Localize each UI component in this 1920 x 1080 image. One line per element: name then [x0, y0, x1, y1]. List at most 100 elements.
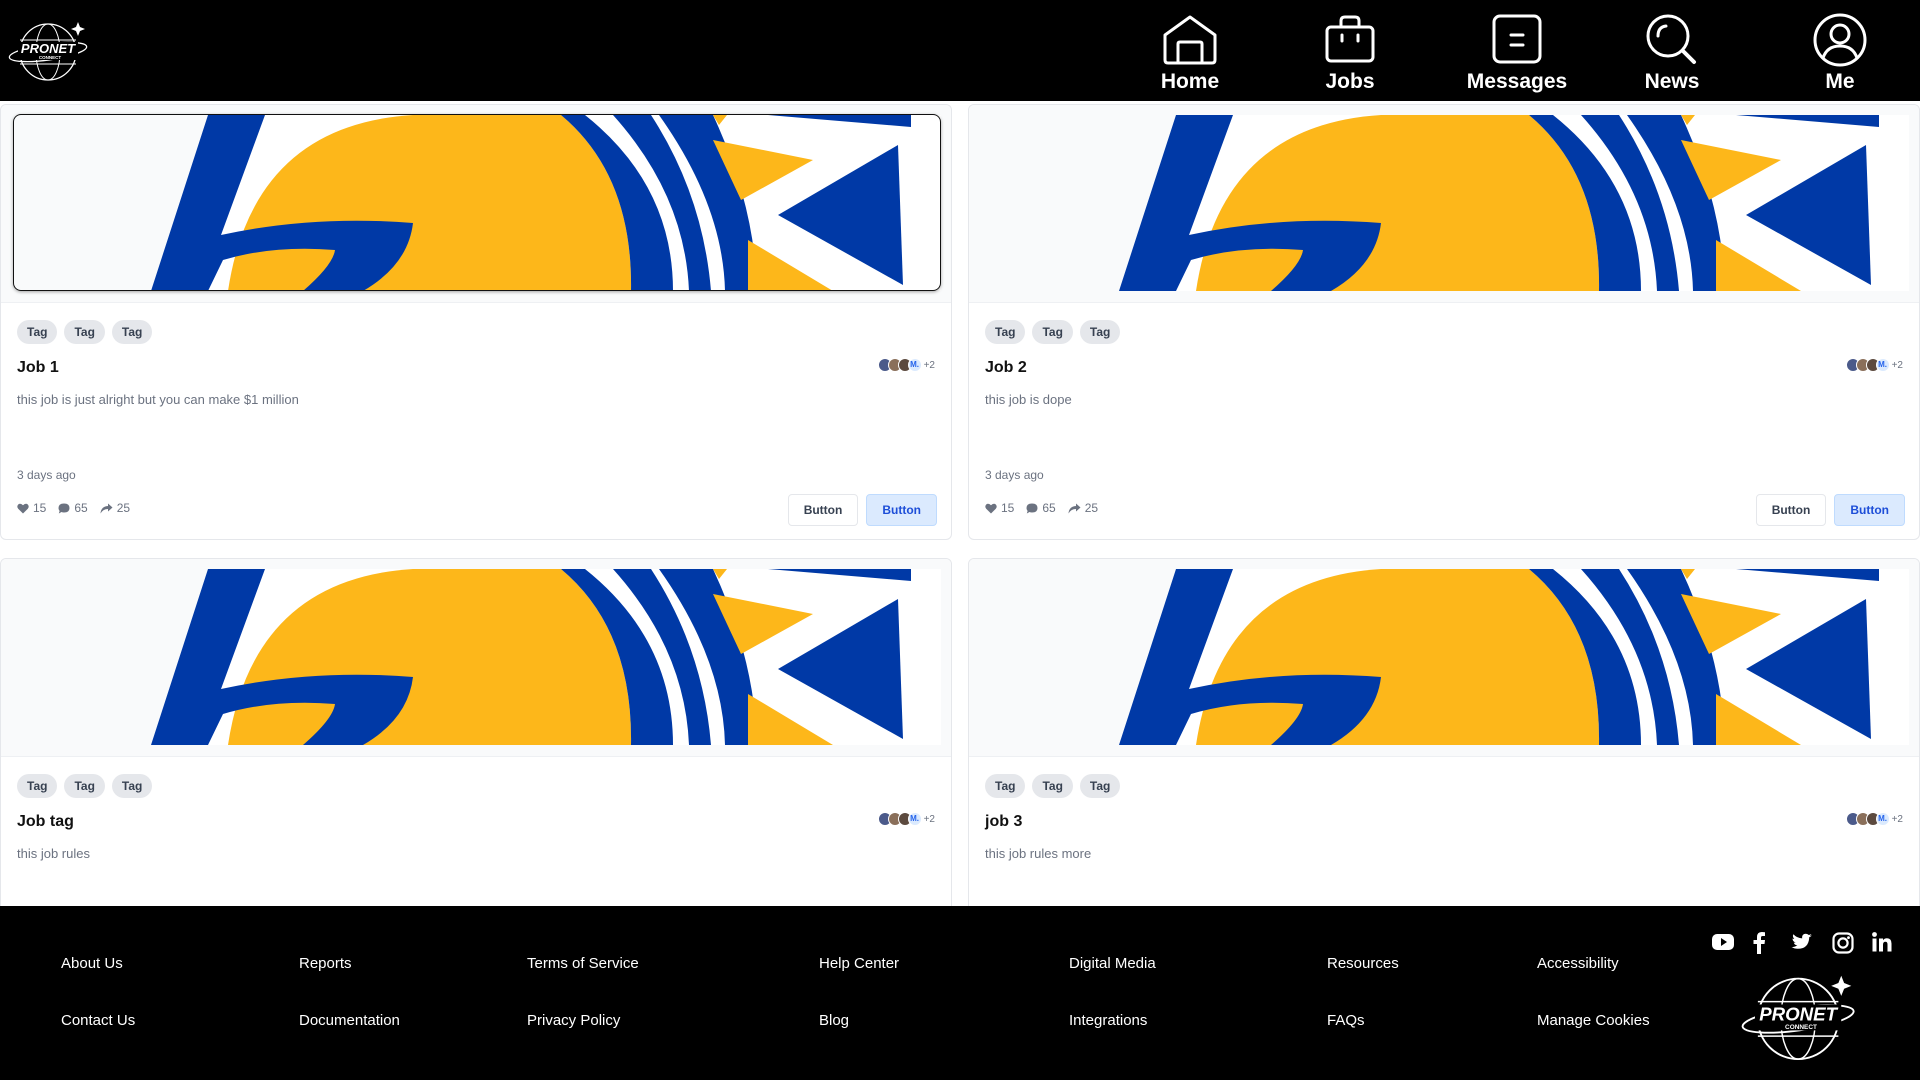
secondary-button[interactable]: Button: [1755, 494, 1827, 526]
shares-stat[interactable]: 25: [100, 501, 130, 515]
engagement-stats: 15 65 25: [17, 501, 130, 515]
tag[interactable]: Tag: [985, 774, 1026, 798]
footer-link-digital-media[interactable]: Digital Media: [1069, 955, 1156, 972]
nav-news[interactable]: News: [1622, 0, 1722, 101]
tag[interactable]: Tag: [1079, 774, 1121, 798]
nav-home[interactable]: Home: [1140, 0, 1240, 101]
nav-jobs[interactable]: Jobs: [1300, 0, 1400, 101]
job-description: this job rules: [17, 846, 90, 861]
nav-messages[interactable]: Messages: [1460, 0, 1574, 101]
footer-link-documentation[interactable]: Documentation: [299, 1012, 400, 1029]
avatar-group[interactable]: M. +2: [877, 358, 935, 372]
job-card-banner[interactable]: [1, 559, 951, 757]
job-card[interactable]: Tag Tag Tag Job tag M. +2 this job rules: [0, 558, 952, 958]
heart-icon: [17, 503, 29, 513]
tag[interactable]: Tag: [111, 320, 153, 344]
tag[interactable]: Tag: [17, 320, 58, 344]
tag-list: Tag Tag Tag: [17, 774, 153, 798]
job-card[interactable]: Tag Tag Tag Job 1 M. +2 this job is just…: [0, 104, 952, 540]
avatar-initials: M.: [907, 358, 922, 372]
engagement-stats: 15 65 25: [985, 501, 1098, 515]
share-icon: [100, 503, 113, 513]
avatar-group[interactable]: M. +2: [877, 812, 935, 826]
footer-link-about-us[interactable]: About Us: [61, 955, 123, 972]
job-title[interactable]: Job 1: [17, 359, 59, 377]
primary-button[interactable]: Button: [866, 494, 937, 526]
avatar-initials: M.: [1875, 812, 1890, 826]
shares-count: 25: [116, 501, 131, 515]
nav-jobs-label: Jobs: [1325, 70, 1375, 93]
footer-link-integrations[interactable]: Integrations: [1069, 1012, 1147, 1029]
footer-link-blog[interactable]: Blog: [819, 1012, 849, 1029]
footer-link-privacy-policy[interactable]: Privacy Policy: [527, 1012, 620, 1029]
site-footer: [0, 906, 1920, 1080]
pronet-connect-footer-logo[interactable]: PRONET CONNECT: [1740, 970, 1862, 1062]
pronet-connect-logo[interactable]: PRONET CONNECT: [8, 18, 92, 82]
job-title[interactable]: Job tag: [17, 813, 74, 831]
footer-link-manage-cookies[interactable]: Manage Cookies: [1537, 1012, 1650, 1029]
job-banner-image: [981, 569, 1909, 745]
tag[interactable]: Tag: [1032, 774, 1073, 798]
nav-me[interactable]: Me: [1790, 0, 1890, 101]
secondary-button[interactable]: Button: [787, 494, 859, 526]
tag[interactable]: Tag: [111, 774, 153, 798]
job-description: this job is dope: [985, 392, 1072, 407]
tag[interactable]: Tag: [1079, 320, 1121, 344]
nav-news-label: News: [1644, 70, 1700, 93]
job-timestamp: 3 days ago: [985, 468, 1044, 482]
job-title[interactable]: job 3: [985, 813, 1022, 831]
footer-link-accessibility[interactable]: Accessibility: [1537, 955, 1619, 972]
logo-text: PRONET: [1759, 1003, 1838, 1024]
likes-count: 15: [33, 501, 47, 515]
twitter-icon[interactable]: [1791, 932, 1813, 952]
logo-subtext: CONNECT: [1785, 1024, 1817, 1031]
comments-stat[interactable]: 65: [58, 501, 88, 515]
facebook-icon[interactable]: [1752, 932, 1766, 954]
linkedin-icon[interactable]: [1872, 932, 1892, 952]
comment-icon: [1026, 503, 1038, 513]
comments-count: 65: [1042, 501, 1056, 515]
job-description: this job rules more: [985, 846, 1092, 861]
youtube-icon[interactable]: [1711, 932, 1735, 952]
logo-subtext: CONNECT: [39, 55, 62, 60]
tag[interactable]: Tag: [1032, 320, 1073, 344]
footer-link-faqs[interactable]: FAQs: [1327, 1012, 1365, 1029]
job-banner-image: [981, 115, 1909, 291]
shares-count: 25: [1084, 501, 1099, 515]
job-description: this job is just alright but you can mak…: [17, 392, 299, 407]
likes-stat[interactable]: 15: [17, 501, 46, 515]
job-card-banner[interactable]: [969, 105, 1919, 303]
tag-list: Tag Tag Tag: [985, 320, 1121, 344]
avatar-initials: M.: [907, 812, 922, 826]
tag[interactable]: Tag: [64, 320, 105, 344]
job-card[interactable]: Tag Tag Tag Job 2 M. +2 this job is dope…: [968, 104, 1920, 540]
top-navigation-bar: PRONET CONNECT Home Jobs Messages News M…: [0, 0, 1920, 101]
job-card-banner[interactable]: [969, 559, 1919, 757]
job-banner-image: [13, 569, 941, 745]
footer-link-contact-us[interactable]: Contact Us: [61, 1012, 135, 1029]
job-card-banner[interactable]: [1, 105, 951, 303]
footer-link-reports[interactable]: Reports: [299, 955, 352, 972]
avatar-group[interactable]: M. +2: [1845, 358, 1903, 372]
comments-stat[interactable]: 65: [1026, 501, 1056, 515]
job-card[interactable]: Tag Tag Tag job 3 M. +2 this job rules m…: [968, 558, 1920, 958]
share-icon: [1068, 503, 1081, 513]
instagram-icon[interactable]: [1832, 932, 1854, 954]
tag[interactable]: Tag: [64, 774, 105, 798]
shares-stat[interactable]: 25: [1068, 501, 1098, 515]
heart-icon: [985, 503, 997, 513]
tag[interactable]: Tag: [17, 774, 58, 798]
likes-stat[interactable]: 15: [985, 501, 1014, 515]
footer-link-terms-of-service[interactable]: Terms of Service: [527, 955, 639, 972]
search-icon: [1646, 14, 1696, 64]
card-actions: Button Button: [1755, 494, 1905, 526]
primary-button[interactable]: Button: [1834, 494, 1905, 526]
avatar-more-count: +2: [1891, 359, 1903, 371]
footer-link-resources[interactable]: Resources: [1327, 955, 1399, 972]
tag[interactable]: Tag: [985, 320, 1026, 344]
avatar-group[interactable]: M. +2: [1845, 812, 1903, 826]
footer-link-help-center[interactable]: Help Center: [819, 955, 899, 972]
job-title[interactable]: Job 2: [985, 359, 1027, 377]
comments-count: 65: [74, 501, 88, 515]
comment-icon: [58, 503, 70, 513]
